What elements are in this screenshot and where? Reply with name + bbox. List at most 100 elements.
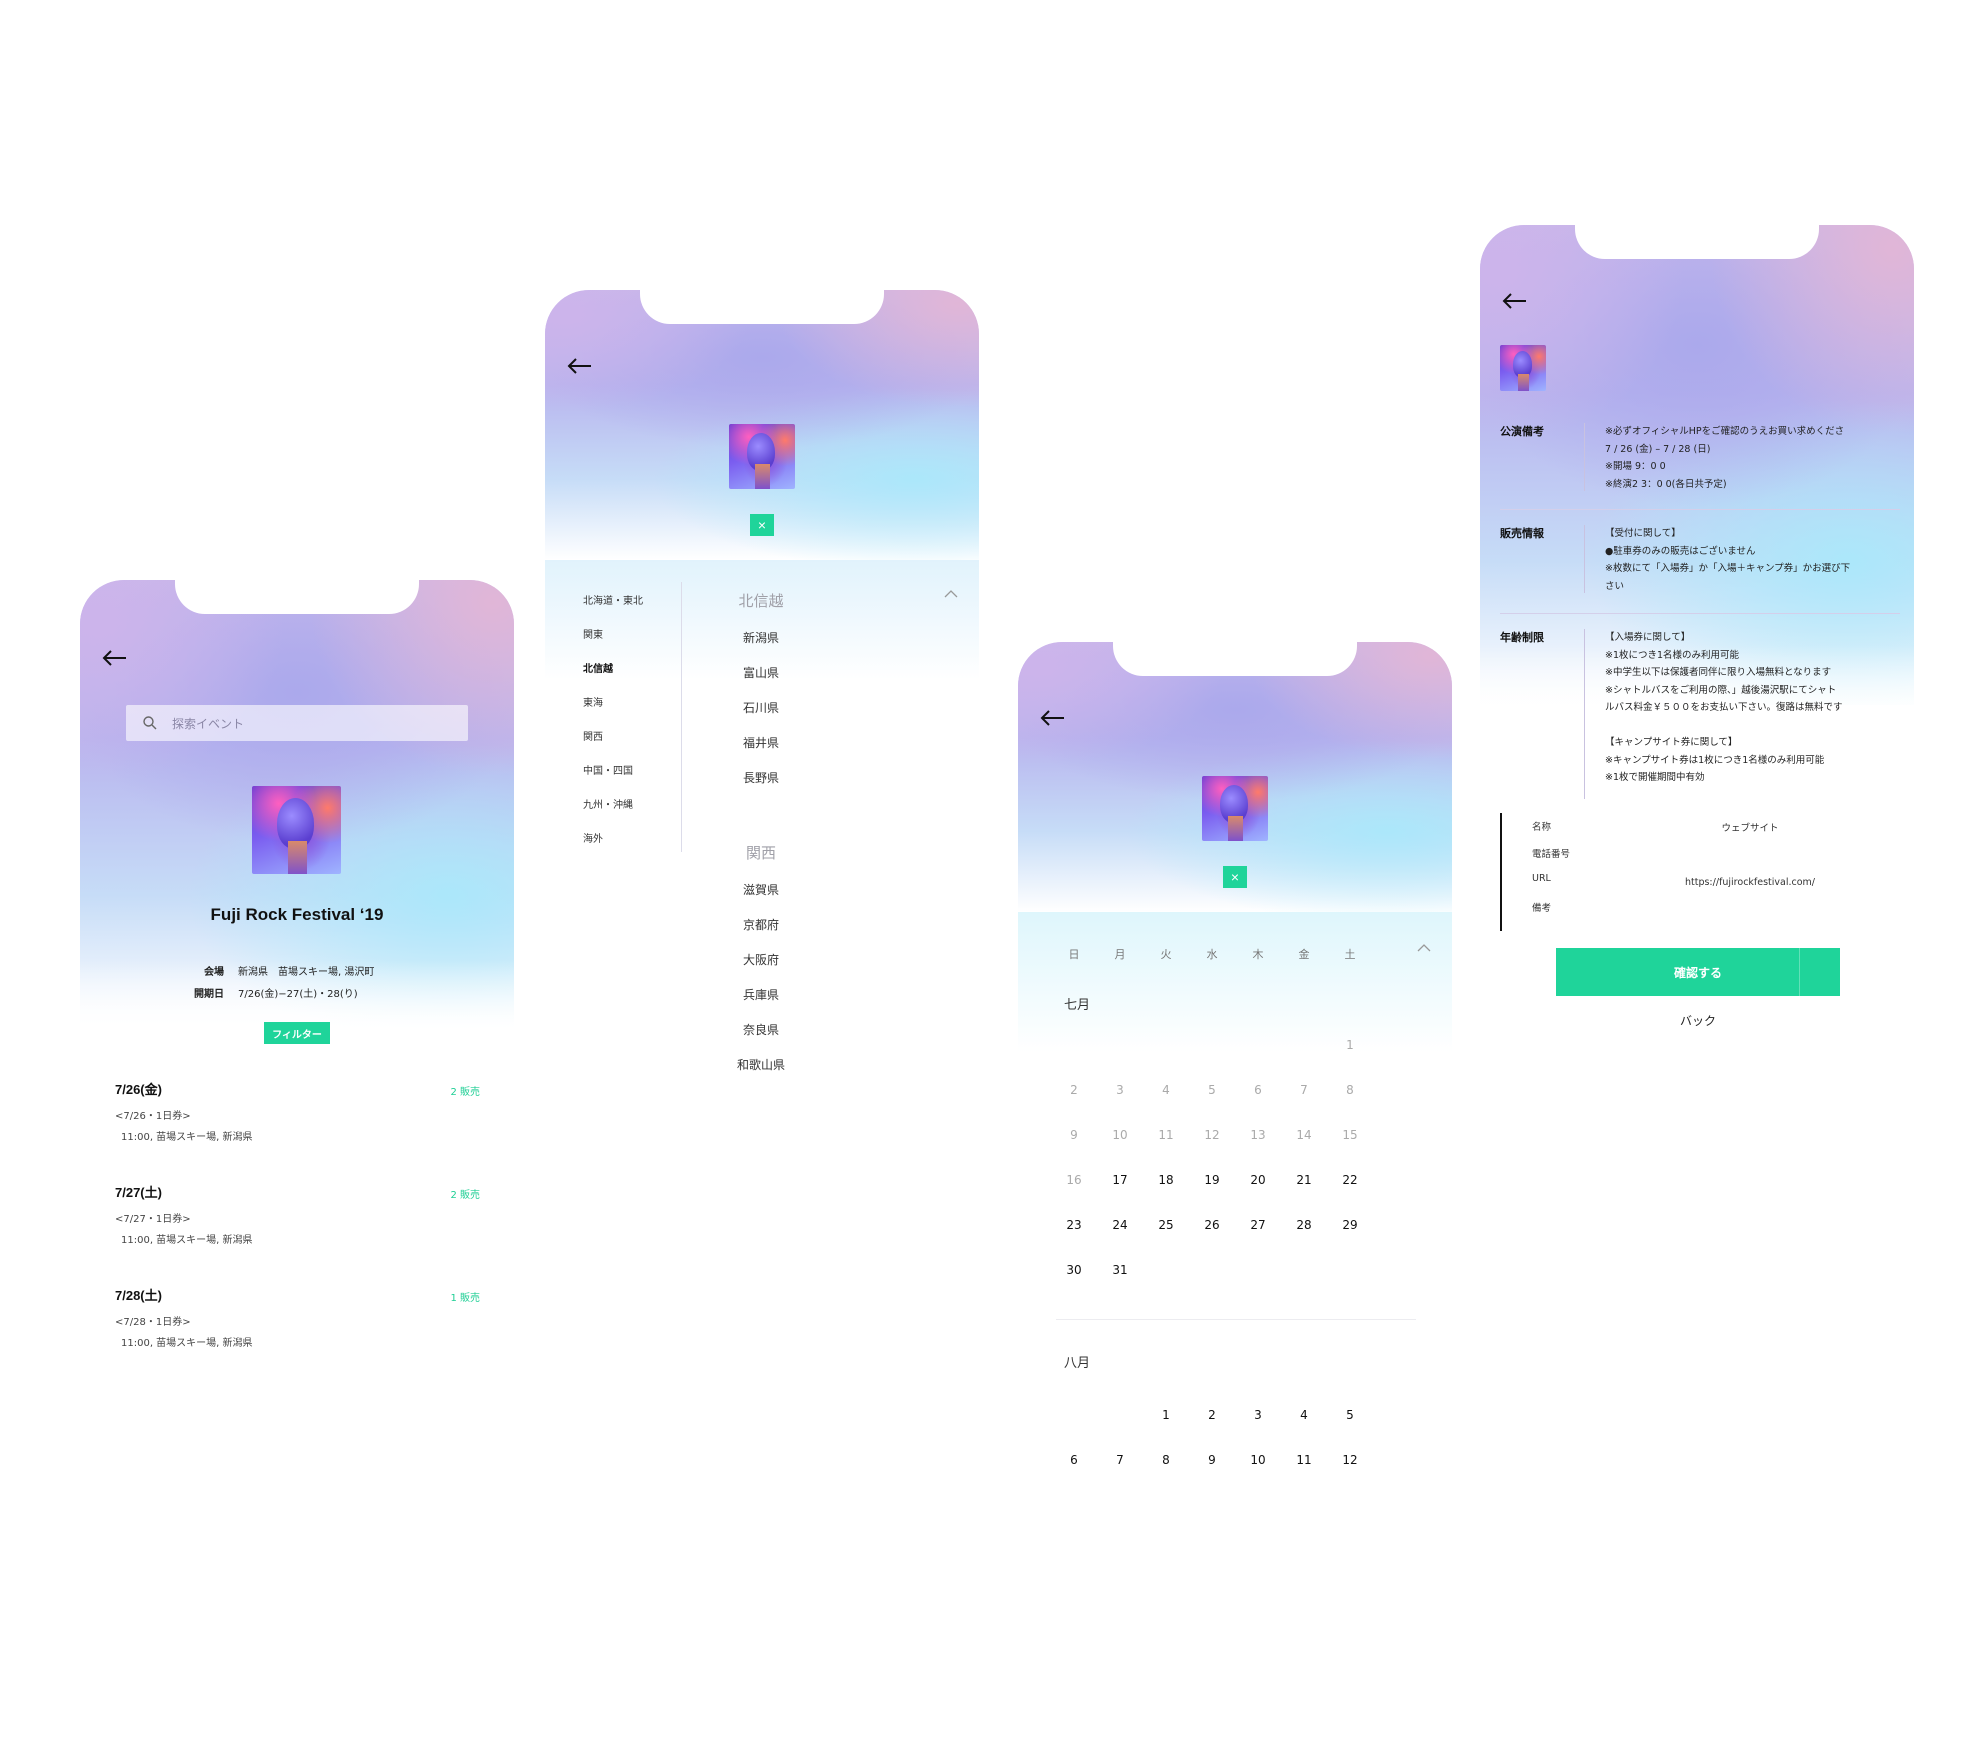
calendar-day[interactable]: 5 <box>1330 1408 1370 1422</box>
sale-count: 1 販売 <box>450 1293 480 1304</box>
calendar-day[interactable]: 9 <box>1192 1453 1232 1467</box>
back-arrow-icon[interactable] <box>1500 291 1530 311</box>
calendar-day[interactable]: 20 <box>1238 1173 1278 1187</box>
calendar-day[interactable]: 21 <box>1284 1173 1324 1187</box>
weekday-label: 金 <box>1298 948 1310 961</box>
sale-count: 2 販売 <box>450 1087 480 1098</box>
calendar-day[interactable]: 26 <box>1192 1218 1232 1232</box>
calendar-day[interactable]: 11 <box>1284 1453 1324 1467</box>
calendar-day[interactable]: 9 <box>1054 1128 1094 1142</box>
calendar-day[interactable]: 17 <box>1100 1173 1140 1187</box>
region-item-active[interactable]: 北信越 <box>583 660 643 694</box>
prefecture-item[interactable]: 和歌山県 <box>681 1056 841 1073</box>
sale-count: 2 販売 <box>450 1190 480 1201</box>
prefecture-item[interactable]: 長野県 <box>681 769 841 786</box>
calendar-day[interactable]: 28 <box>1284 1218 1324 1232</box>
calendar-day[interactable]: 12 <box>1192 1128 1232 1142</box>
section-body: 【入場券に関して】 ※1枚につき1名様のみ利用可能 ※中学生以下は保護者同伴に限… <box>1605 632 1843 783</box>
back-link[interactable]: バック <box>1556 1012 1840 1029</box>
event-item[interactable]: 7/28(土) 1 販売 <7/28・1日券> 11:00, 苗場スキー場, 新… <box>115 1285 480 1349</box>
calendar-day[interactable]: 31 <box>1100 1263 1140 1277</box>
calendar-day[interactable]: 11 <box>1146 1128 1186 1142</box>
calendar-day[interactable]: 2 <box>1192 1408 1232 1422</box>
prefecture-item[interactable]: 新潟県 <box>681 629 841 646</box>
calendar-day[interactable]: 22 <box>1330 1173 1370 1187</box>
calendar-day[interactable]: 1 <box>1330 1038 1370 1052</box>
calendar-day[interactable]: 2 <box>1054 1083 1094 1097</box>
close-button[interactable]: × <box>750 514 774 536</box>
calendar-day[interactable]: 8 <box>1330 1083 1370 1097</box>
date-row: 開期日 7/26(金)−27(土)・28(り) <box>190 985 358 1000</box>
prefecture-item[interactable]: 大阪府 <box>681 951 841 968</box>
calendar-day[interactable]: 23 <box>1054 1218 1094 1232</box>
prefecture-item[interactable]: 富山県 <box>681 664 841 681</box>
prefecture-item[interactable]: 石川県 <box>681 699 841 716</box>
device-notch <box>1113 642 1357 676</box>
region-item[interactable]: 中国・四国 <box>583 762 643 796</box>
calendar-day[interactable]: 7 <box>1100 1453 1140 1467</box>
url-link[interactable]: https://fujirockfestival.com/ <box>1630 877 1870 888</box>
calendar-day[interactable]: 7 <box>1284 1083 1324 1097</box>
search-bar[interactable] <box>126 705 468 741</box>
region-item[interactable]: 東海 <box>583 694 643 728</box>
phone-label: 電話番号 <box>1532 849 1571 860</box>
filter-button[interactable]: フィルター <box>264 1022 330 1044</box>
weekday-label: 日 <box>1068 948 1080 961</box>
region-item[interactable]: 九州・沖縄 <box>583 796 643 830</box>
prefecture-item[interactable]: 奈良県 <box>681 1021 841 1038</box>
calendar-day[interactable]: 3 <box>1238 1408 1278 1422</box>
calendar-day[interactable]: 4 <box>1146 1083 1186 1097</box>
prefecture-item[interactable]: 福井県 <box>681 734 841 751</box>
contact-accent-bar <box>1500 813 1502 931</box>
calendar-day[interactable]: 29 <box>1330 1218 1370 1232</box>
event-item[interactable]: 7/26(金) 2 販売 <7/26・1日券> 11:00, 苗場スキー場, 新… <box>115 1079 480 1143</box>
calendar-day[interactable]: 6 <box>1054 1453 1094 1467</box>
calendar-day[interactable]: 6 <box>1238 1083 1278 1097</box>
calendar-day[interactable]: 27 <box>1238 1218 1278 1232</box>
calendar-day[interactable]: 4 <box>1284 1408 1324 1422</box>
weekday-label: 月 <box>1114 948 1126 961</box>
calendar-day[interactable]: 3 <box>1100 1083 1140 1097</box>
calendar-day[interactable]: 18 <box>1146 1173 1186 1187</box>
region-item[interactable]: 関東 <box>583 626 643 660</box>
date-value: 7/26(金)−27(土)・28(り) <box>238 989 358 1000</box>
region-item[interactable]: 関西 <box>583 728 643 762</box>
calendar-day[interactable]: 24 <box>1100 1218 1140 1232</box>
calendar-day[interactable]: 13 <box>1238 1128 1278 1142</box>
back-arrow-icon[interactable] <box>1038 708 1068 728</box>
calendar-day[interactable]: 12 <box>1330 1453 1370 1467</box>
calendar-day[interactable]: 8 <box>1146 1453 1186 1467</box>
back-arrow-icon[interactable] <box>565 356 595 376</box>
prefecture-item[interactable]: 京都府 <box>681 916 841 933</box>
chevron-up-icon[interactable] <box>944 584 958 598</box>
calendar-day[interactable]: 30 <box>1054 1263 1094 1277</box>
chevron-up-icon[interactable] <box>1417 938 1431 952</box>
calendar-day[interactable]: 25 <box>1146 1218 1186 1232</box>
month-label: 七月 <box>1064 998 1091 1013</box>
name-value: ウェブサイト <box>1721 823 1779 834</box>
back-arrow-icon[interactable] <box>100 648 130 668</box>
search-input[interactable] <box>170 713 454 735</box>
calendar-day[interactable]: 10 <box>1238 1453 1278 1467</box>
weekday-label: 土 <box>1344 948 1356 961</box>
weekday-label: 木 <box>1252 948 1264 961</box>
calendar-day[interactable]: 16 <box>1054 1173 1094 1187</box>
calendar-day[interactable]: 15 <box>1330 1128 1370 1142</box>
calendar-day[interactable]: 19 <box>1192 1173 1232 1187</box>
calendar-day[interactable]: 1 <box>1146 1408 1186 1422</box>
sales-info-section: 販売情報 【受付に関して】 ●駐車券のみの販売はございません ※枚数にて「入場券… <box>1500 525 1900 595</box>
calendar-day[interactable]: 5 <box>1192 1083 1232 1097</box>
region-item[interactable]: 北海道・東北 <box>583 592 643 626</box>
prefecture-item[interactable]: 滋賀県 <box>681 881 841 898</box>
event-venue: 11:00, 苗場スキー場, 新潟県 <box>121 1132 253 1143</box>
prefecture-item[interactable]: 兵庫県 <box>681 986 841 1003</box>
column-divider <box>681 582 682 852</box>
month-label: 八月 <box>1064 1356 1091 1371</box>
event-item[interactable]: 7/27(土) 2 販売 <7/27・1日券> 11:00, 苗場スキー場, 新… <box>115 1182 480 1246</box>
close-button[interactable]: × <box>1223 866 1247 888</box>
calendar-day[interactable]: 10 <box>1100 1128 1140 1142</box>
confirm-button[interactable]: 確認する <box>1556 948 1840 996</box>
screen-details: 公演備考 ※必ずオフィシャルHPをご確認のうえお買い求めくださ 7 / 26 (… <box>1480 225 1914 1160</box>
calendar-day[interactable]: 14 <box>1284 1128 1324 1142</box>
region-item[interactable]: 海外 <box>583 830 643 864</box>
